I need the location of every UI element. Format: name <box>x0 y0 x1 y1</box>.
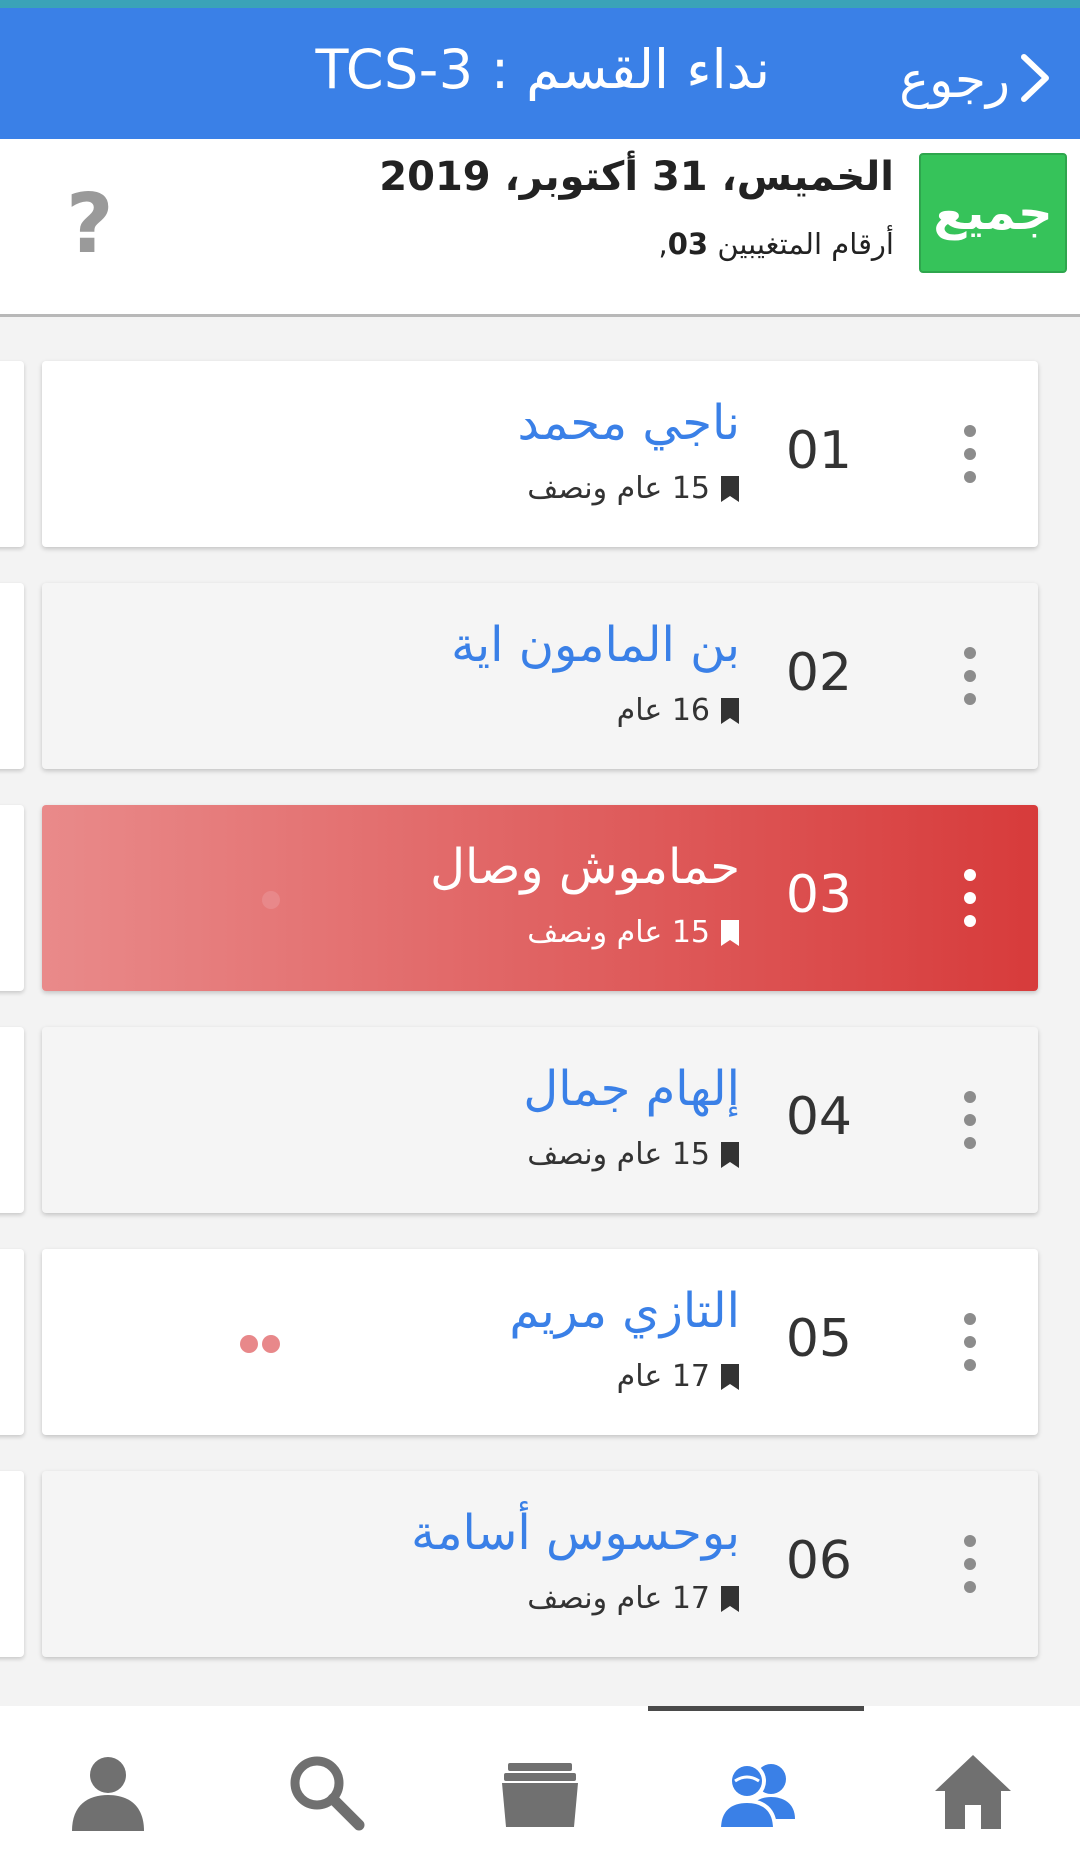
more-vert-icon[interactable] <box>964 1535 976 1593</box>
absent-list: 03 <box>667 227 709 261</box>
student-row: 04 إلهام جمال 15 عام ونصف <box>0 1027 1080 1213</box>
bookmark-icon <box>721 919 739 946</box>
student-name: بوحسوس أسامة <box>411 1505 740 1561</box>
adjacent-card-edge <box>0 361 24 547</box>
chevron-right-icon <box>1018 51 1052 109</box>
folder-tab[interactable] <box>495 1746 585 1836</box>
student-number: 04 <box>785 1087 852 1147</box>
status-strip <box>0 0 1080 8</box>
adjacent-card-edge <box>0 805 24 991</box>
more-vert-icon[interactable] <box>964 425 976 483</box>
more-vert-icon[interactable] <box>964 1313 976 1371</box>
more-vert-icon[interactable] <box>964 1091 976 1149</box>
student-number: 01 <box>785 421 852 481</box>
student-name: حماموش وصال <box>430 839 740 895</box>
student-age: 16 عام <box>617 693 740 728</box>
more-vert-icon[interactable] <box>964 647 976 705</box>
student-age: 17 عام ونصف <box>527 1581 740 1616</box>
remark-dots <box>260 891 282 909</box>
page-title: نداء القسم : TCS-3 <box>315 38 770 101</box>
student-age-text: 17 عام <box>616 1359 710 1394</box>
search-tab[interactable] <box>280 1746 370 1836</box>
profile-icon <box>72 1757 144 1831</box>
student-row: 01 ناجي محمد 15 عام ونصف <box>0 361 1080 547</box>
student-age-text: 17 عام ونصف <box>527 1581 710 1616</box>
student-number: 02 <box>785 643 852 703</box>
student-age: 17 عام <box>617 1359 740 1394</box>
students-icon <box>716 1762 795 1831</box>
home-icon <box>935 1755 1011 1829</box>
app-screen: رجوع نداء القسم : TCS-3 جميع الخميس، 31 … <box>0 0 1080 1855</box>
student-name: إلهام جمال <box>523 1061 740 1117</box>
student-card[interactable]: 05 التازي مريم 17 عام <box>42 1249 1038 1435</box>
absent-label: أرقام المتغيبين <box>708 227 894 261</box>
student-row: 03 حماموش وصال 15 عام ونصف <box>0 805 1080 991</box>
student-card[interactable]: 04 إلهام جمال 15 عام ونصف <box>42 1027 1038 1213</box>
bookmark-icon <box>721 697 739 724</box>
student-name: بن المامون اية <box>451 617 740 673</box>
help-icon[interactable]: ? <box>66 177 114 272</box>
home-tab[interactable] <box>928 1746 1018 1836</box>
adjacent-card-edge <box>0 583 24 769</box>
student-card[interactable]: 02 بن المامون اية 16 عام <box>42 583 1038 769</box>
student-row: 06 بوحسوس أسامة 17 عام ونصف <box>0 1471 1080 1657</box>
search-icon <box>290 1756 365 1831</box>
adjacent-card-edge <box>0 1249 24 1435</box>
back-button[interactable]: رجوع <box>899 40 1052 120</box>
profile-tab[interactable] <box>63 1746 153 1836</box>
student-age: 15 عام ونصف <box>527 1137 740 1172</box>
adjacent-card-edge <box>0 1027 24 1213</box>
student-name: التازي مريم <box>509 1283 740 1339</box>
student-age-text: 16 عام <box>616 693 710 728</box>
top-app-bar: رجوع نداء القسم : TCS-3 <box>0 8 1080 139</box>
student-number: 05 <box>785 1309 852 1369</box>
attendance-summary-bar: جميع الخميس، 31 أكتوبر، 2019 أرقام المتغ… <box>0 139 1080 317</box>
student-age-text: 15 عام ونصف <box>527 471 710 506</box>
student-name: ناجي محمد <box>517 395 740 451</box>
student-age-text: 15 عام ونصف <box>527 915 710 950</box>
adjacent-card-edge <box>0 1471 24 1657</box>
student-age: 15 عام ونصف <box>527 471 740 506</box>
student-age-text: 15 عام ونصف <box>527 1137 710 1172</box>
bookmark-icon <box>721 475 739 502</box>
student-card[interactable]: 03 حماموش وصال 15 عام ونصف <box>42 805 1038 991</box>
absent-suffix: , <box>658 227 668 261</box>
folder-icon <box>502 1763 578 1827</box>
student-card[interactable]: 06 بوحسوس أسامة 17 عام ونصف <box>42 1471 1038 1657</box>
select-all-button[interactable]: جميع <box>919 153 1067 273</box>
remark-dots <box>238 1335 282 1353</box>
session-date: الخميس، 31 أكتوبر، 2019 <box>379 154 894 200</box>
absent-numbers: أرقام المتغيبين 03, <box>659 227 894 261</box>
bookmark-icon <box>721 1585 739 1612</box>
active-tab-indicator <box>648 1706 864 1711</box>
back-label: رجوع <box>899 51 1010 109</box>
student-number: 06 <box>785 1531 852 1591</box>
bottom-navigation <box>0 1706 1080 1855</box>
student-row: 05 التازي مريم 17 عام <box>0 1249 1080 1435</box>
more-vert-icon[interactable] <box>964 869 976 927</box>
student-age: 15 عام ونصف <box>527 915 740 950</box>
bookmark-icon <box>721 1141 739 1168</box>
student-card[interactable]: 01 ناجي محمد 15 عام ونصف <box>42 361 1038 547</box>
student-number: 03 <box>785 865 852 925</box>
students-tab[interactable] <box>712 1746 802 1836</box>
student-row: 02 بن المامون اية 16 عام <box>0 583 1080 769</box>
bookmark-icon <box>721 1363 739 1390</box>
